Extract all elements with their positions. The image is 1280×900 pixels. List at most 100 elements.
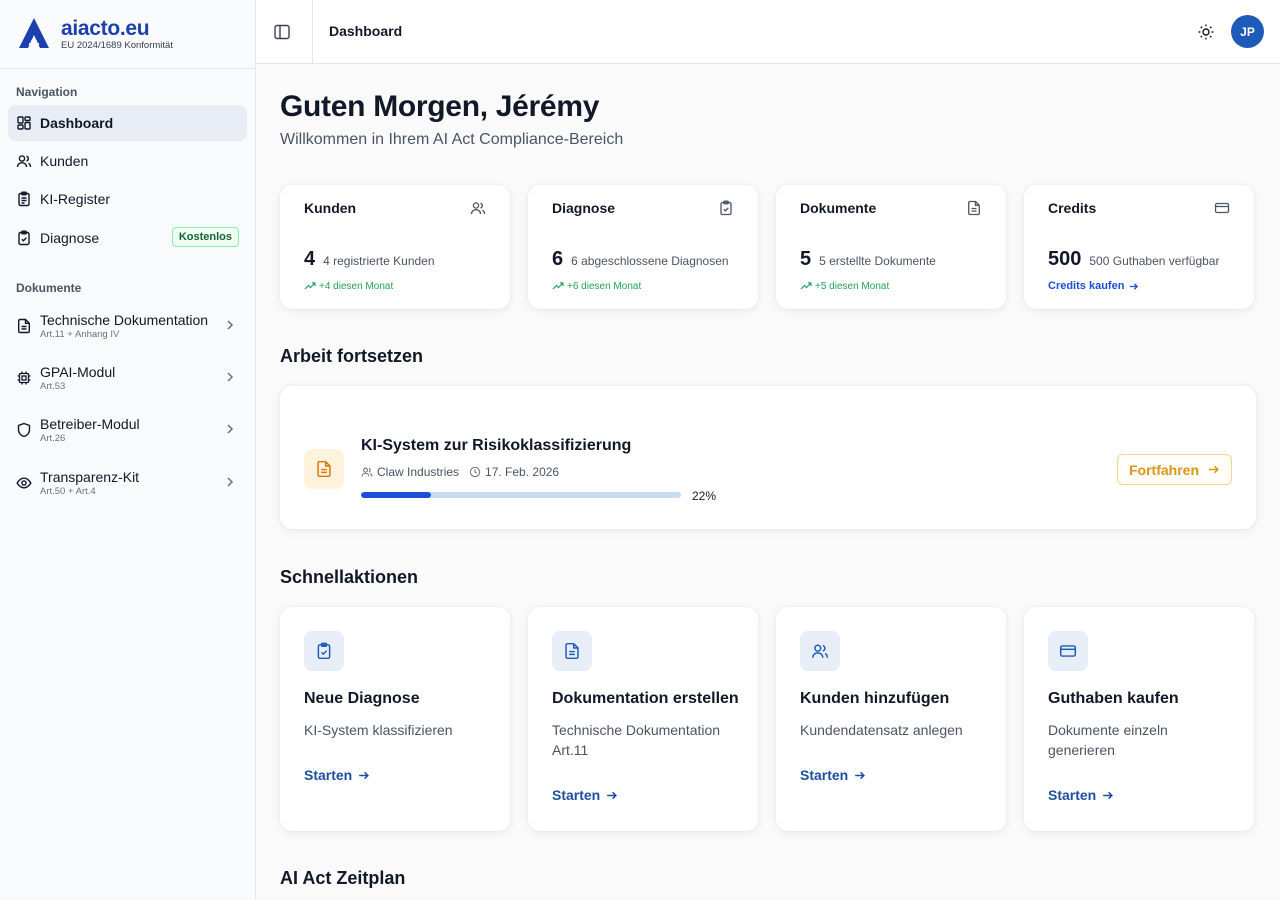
quick-action-desc: Dokumente einzeln generieren — [1048, 722, 1168, 758]
quick-action-create-documentation[interactable]: Dokumentation erstellen Technische Dokum… — [528, 607, 758, 831]
quick-action-new-diagnosis[interactable]: Neue Diagnose KI-System klassifizieren S… — [280, 607, 510, 831]
page-title: Guten Morgen, Jérémy — [280, 90, 600, 123]
sidebar-item-label: Kunden — [40, 153, 89, 169]
users-icon — [470, 202, 486, 215]
buy-credits-label: Credits kaufen — [1048, 280, 1125, 292]
stat-card-dokumente[interactable]: Dokumente 5 5 erstellte Dokumente +5 die… — [776, 185, 1006, 309]
arrow-right-icon — [1103, 791, 1114, 799]
quick-action-title: Kunden hinzufügen — [800, 690, 950, 707]
stat-title: Diagnose — [552, 200, 616, 216]
stat-description: 6 abgeschlossene Diagnosen — [571, 254, 729, 268]
sidebar-item-betreiber-modul[interactable]: Betreiber-Modul Art.26 — [8, 407, 247, 453]
arrow-right-icon — [1209, 465, 1219, 474]
stat-trend-label: +4 diesen Monat — [319, 280, 394, 292]
stat-description: 500 Guthaben verfügbar — [1089, 254, 1220, 268]
start-link[interactable]: Starten — [304, 767, 370, 783]
sidebar-item-ki-register[interactable]: KI-Register — [8, 181, 247, 217]
divider — [312, 0, 313, 64]
stat-trend: +5 diesen Monat — [800, 280, 889, 292]
chevron-right-icon — [227, 477, 234, 487]
sidebar-item-sub: Art.50 + Art.4 — [40, 485, 96, 497]
clipboard-check-icon — [720, 200, 732, 216]
continue-item-date: 17. Feb. 2026 — [485, 465, 560, 479]
stat-title: Dokumente — [800, 200, 877, 216]
arrow-right-icon — [607, 791, 618, 799]
stat-trend: +6 diesen Monat — [552, 280, 641, 292]
stat-value: 6 — [552, 248, 564, 270]
buy-credits-link[interactable]: Credits kaufen — [1048, 280, 1139, 292]
file-text-icon — [968, 200, 980, 216]
document-icon — [304, 449, 344, 489]
continue-item-meta: Claw Industries 17. Feb. 2026 — [361, 465, 559, 479]
sidebar-item-dashboard[interactable]: Dashboard — [8, 105, 247, 141]
continue-item-client: Claw Industries — [377, 465, 460, 479]
clipboard-check-icon — [18, 230, 30, 246]
progress-bar — [361, 492, 681, 498]
sidebar: aiacto.eu EU 2024/1689 Konformität Navig… — [0, 0, 256, 900]
stat-value: 5 — [800, 248, 812, 270]
eye-icon — [16, 477, 32, 489]
start-link[interactable]: Starten — [800, 767, 866, 783]
avatar[interactable]: JP — [1231, 15, 1264, 48]
start-link-label: Starten — [1048, 787, 1097, 803]
start-link-label: Starten — [800, 767, 849, 783]
continue-work-card[interactable]: KI-System zur Risikoklassifizierung Claw… — [280, 386, 1256, 529]
stat-value: 4 — [304, 248, 316, 270]
sidebar-item-sub: Art.26 — [40, 432, 66, 444]
sidebar-item-label: Betreiber-Modul — [40, 415, 140, 432]
credit-card-icon — [1048, 631, 1088, 671]
nav-section-label: Navigation — [16, 85, 78, 99]
trending-up-icon — [304, 282, 316, 290]
clipboard-list-icon — [18, 191, 30, 207]
arrow-right-icon — [855, 771, 866, 779]
brand-name: aiacto.eu — [61, 16, 150, 40]
sidebar-item-gpai-modul[interactable]: GPAI-Modul Art.53 — [8, 355, 247, 401]
start-link[interactable]: Starten — [552, 787, 618, 803]
cpu-icon — [17, 371, 31, 385]
sidebar-toggle-icon[interactable] — [272, 22, 292, 42]
sidebar-item-sub: Art.53 — [40, 380, 66, 392]
free-badge: Kostenlos — [171, 227, 239, 247]
stat-description: 4 registrierte Kunden — [323, 254, 435, 268]
doc-section-label: Dokumente — [16, 281, 82, 295]
continue-button-label: Fortfahren — [1129, 461, 1199, 478]
users-icon — [800, 631, 840, 671]
sidebar-item-label: Transparenz-Kit — [40, 468, 140, 485]
arrow-right-icon — [359, 771, 370, 779]
start-link-label: Starten — [304, 767, 353, 783]
file-text-icon — [18, 318, 30, 334]
sun-icon[interactable] — [1196, 22, 1216, 42]
start-link[interactable]: Starten — [1048, 787, 1114, 803]
topbar: Dashboard JP — [256, 0, 1280, 64]
quick-action-add-client[interactable]: Kunden hinzufügen Kundendatensatz anlege… — [776, 607, 1006, 831]
chevron-right-icon — [227, 424, 234, 434]
section-title-continue: Arbeit fortsetzen — [280, 346, 424, 366]
brand[interactable]: aiacto.eu EU 2024/1689 Konformität — [0, 0, 255, 69]
stat-card-kunden[interactable]: Kunden 4 4 registrierte Kunden +4 diesen… — [280, 185, 510, 309]
sidebar-item-transparenz-kit[interactable]: Transparenz-Kit Art.50 + Art.4 — [8, 460, 247, 506]
sidebar-item-label: Dashboard — [40, 115, 114, 131]
credit-card-icon — [1214, 202, 1230, 214]
progress-fill — [361, 492, 432, 498]
users-icon — [361, 467, 373, 477]
sidebar-item-label: Diagnose — [40, 230, 100, 246]
quick-action-title: Neue Diagnose — [304, 690, 420, 707]
sidebar-item-label: GPAI-Modul — [40, 363, 116, 380]
sidebar-item-technische-dokumentation[interactable]: Technische Dokumentation Art.11 + Anhang… — [8, 303, 247, 349]
quick-action-desc: Technische Dokumentation Art.11 — [552, 722, 721, 758]
section-title-timeline: AI Act Zeitplan — [280, 868, 406, 888]
quick-action-buy-credits[interactable]: Guthaben kaufen Dokumente einzeln generi… — [1024, 607, 1254, 831]
continue-button[interactable]: Fortfahren — [1117, 454, 1232, 485]
welcome-text: Willkommen in Ihrem AI Act Compliance-Be… — [280, 131, 624, 148]
clipboard-check-icon — [304, 631, 344, 671]
sidebar-item-diagnose[interactable]: Diagnose Kostenlos — [8, 220, 247, 256]
sidebar-item-kunden[interactable]: Kunden — [8, 143, 247, 179]
stat-card-credits[interactable]: Credits 500 500 Guthaben verfügbar Credi… — [1024, 185, 1254, 309]
stat-card-diagnose[interactable]: Diagnose 6 6 abgeschlossene Diagnosen +6… — [528, 185, 758, 309]
stat-value: 500 — [1048, 248, 1082, 270]
dashboard-icon — [17, 116, 31, 130]
stat-title: Kunden — [304, 200, 357, 216]
breadcrumb: Dashboard — [329, 23, 403, 39]
logo-icon — [19, 18, 49, 48]
sidebar-item-sub: Art.11 + Anhang IV — [40, 328, 120, 340]
